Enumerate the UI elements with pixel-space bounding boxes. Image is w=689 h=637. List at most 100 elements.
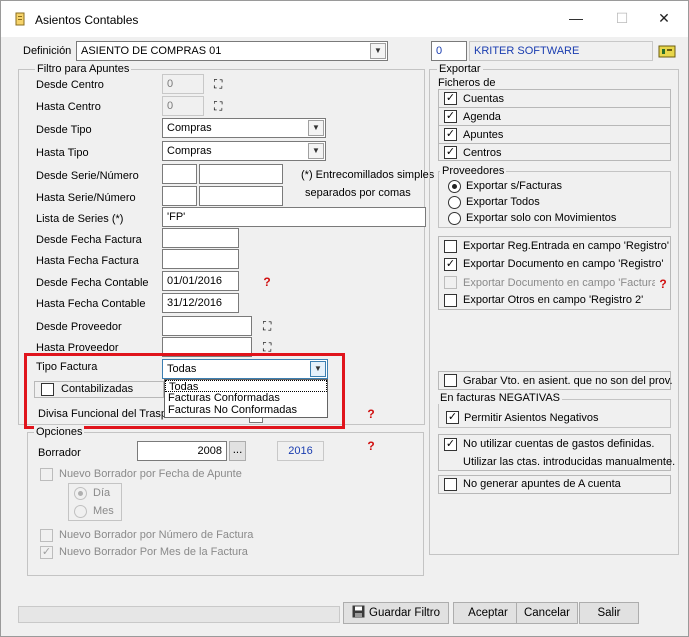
reg-entrada-label: Exportar Reg.Entrada en campo 'Registro': [463, 240, 669, 252]
highlight-box: [24, 353, 345, 429]
desde-fecha-contable-field[interactable]: 01/01/2016: [162, 271, 239, 291]
apuntes-checkbox[interactable]: ✓: [444, 128, 457, 141]
borrador-help-icon[interactable]: ?: [363, 439, 379, 453]
desde-centro-search-icon[interactable]: ⛶: [214, 77, 234, 91]
no-generar-label: No generar apuntes de A cuenta: [463, 478, 621, 490]
hasta-tipo-value: Compras: [167, 145, 212, 157]
proveedores-title: Proveedores: [440, 165, 507, 177]
desde-fecha-factura-field[interactable]: [162, 228, 239, 248]
dia-radio[interactable]: [74, 487, 87, 500]
exportar-movimientos-radio[interactable]: [448, 212, 461, 225]
company-code-value: 0: [436, 45, 443, 57]
filtro-group-title: Filtro para Apuntes: [35, 63, 132, 75]
hasta-centro-search-icon[interactable]: ⛶: [214, 99, 234, 113]
no-generar-checkbox[interactable]: [444, 478, 457, 491]
permitir-negativos-checkbox[interactable]: ✓: [446, 411, 459, 424]
hasta-fecha-factura-field[interactable]: [162, 249, 239, 269]
cuentas-label: Cuentas: [463, 93, 504, 105]
borrador-value: 2008: [197, 445, 222, 457]
exportar-group-title: Exportar: [437, 63, 483, 75]
documento-factura-help-icon[interactable]: ?: [655, 277, 671, 291]
desde-fecha-factura-label: Desde Fecha Factura: [36, 234, 142, 246]
hasta-numero-field[interactable]: [199, 186, 283, 206]
mes-radio[interactable]: [74, 505, 87, 518]
divider: [438, 143, 671, 144]
desde-proveedor-search-icon[interactable]: ⛶: [263, 319, 283, 333]
desde-numero-field[interactable]: [199, 164, 283, 184]
nuevo-mes-factura-checkbox[interactable]: ✓: [40, 546, 53, 559]
exportar-todos-radio[interactable]: [448, 196, 461, 209]
definicion-label: Definición: [23, 45, 72, 57]
exportar-todos-label: Exportar Todos: [466, 196, 540, 208]
documento-checkbox[interactable]: ✓: [444, 258, 457, 271]
reg-entrada-checkbox[interactable]: [444, 240, 457, 253]
desde-proveedor-field[interactable]: [162, 316, 252, 336]
app-icon: [15, 12, 25, 26]
desde-serie-field[interactable]: [162, 164, 197, 184]
close-button[interactable]: ✕: [641, 1, 687, 35]
nuevo-numero-factura-checkbox[interactable]: [40, 529, 53, 542]
documento-factura-checkbox[interactable]: [444, 276, 457, 289]
borrador-lookup-button[interactable]: ...: [229, 441, 246, 461]
nuevo-numero-factura-label: Nuevo Borrador por Número de Factura: [59, 529, 254, 541]
save-icon: [352, 605, 365, 618]
divider: [438, 107, 671, 108]
company-code-field[interactable]: 0: [431, 41, 467, 61]
hasta-fecha-factura-label: Hasta Fecha Factura: [36, 255, 139, 267]
window-title: Asientos Contables: [35, 13, 139, 27]
desde-tipo-select[interactable]: Compras ▼: [162, 118, 326, 138]
nuevo-fecha-apunte-checkbox[interactable]: [40, 468, 53, 481]
definicion-select[interactable]: ASIENTO DE COMPRAS 01 ▼: [76, 41, 388, 61]
apuntes-label: Apuntes: [463, 129, 504, 141]
desde-tipo-value: Compras: [167, 122, 212, 134]
desde-fecha-contable-value: 01/01/2016: [167, 275, 223, 287]
borrador-field[interactable]: 2008: [137, 441, 227, 461]
company-name-field: KRITER SOFTWARE: [469, 41, 653, 61]
hasta-fecha-contable-field[interactable]: 31/12/2016: [162, 293, 239, 313]
lista-series-value: 'FP': [167, 211, 186, 223]
guardar-filtro-label: Guardar Filtro: [369, 607, 440, 619]
divisa-help-icon[interactable]: ?: [363, 407, 379, 421]
aceptar-button[interactable]: Aceptar: [453, 602, 523, 624]
agenda-checkbox[interactable]: ✓: [444, 110, 457, 123]
chevron-down-icon[interactable]: ▼: [370, 43, 386, 59]
lista-series-label: Lista de Series (*): [36, 213, 124, 225]
lista-series-field[interactable]: 'FP': [162, 207, 426, 227]
desde-centro-field[interactable]: 0: [162, 74, 204, 94]
chevron-down-icon[interactable]: ▼: [308, 143, 324, 159]
company-lookup-icon[interactable]: [658, 43, 676, 59]
no-utilizar-checkbox[interactable]: ✓: [444, 438, 457, 451]
guardar-filtro-button[interactable]: Guardar Filtro: [343, 602, 449, 624]
hasta-serie-field[interactable]: [162, 186, 197, 206]
divider: [438, 125, 671, 126]
hasta-proveedor-search-icon[interactable]: ⛶: [263, 340, 283, 354]
desde-centro-label: Desde Centro: [36, 79, 104, 91]
minimize-button[interactable]: —: [553, 1, 599, 35]
chevron-down-icon[interactable]: ▼: [308, 120, 324, 136]
documento-factura-label: Exportar Documento en campo 'Factura: [463, 277, 655, 289]
definicion-value: ASIENTO DE COMPRAS 01: [81, 45, 222, 57]
desde-tipo-label: Desde Tipo: [36, 124, 92, 136]
centros-checkbox[interactable]: ✓: [444, 146, 457, 159]
borrador-year-field: 2016: [277, 441, 324, 461]
asientos-contables-window: Asientos Contables — ☐ ✕ Definición ASIE…: [0, 0, 689, 637]
otros-checkbox[interactable]: [444, 294, 457, 307]
maximize-button[interactable]: ☐: [599, 1, 645, 35]
hasta-tipo-select[interactable]: Compras ▼: [162, 141, 326, 161]
cancelar-button[interactable]: Cancelar: [516, 602, 578, 624]
fecha-help-icon[interactable]: ?: [259, 275, 275, 289]
desde-fecha-contable-label: Desde Fecha Contable: [36, 277, 149, 289]
hasta-serie-label: Hasta Serie/Número: [36, 192, 136, 204]
borrador-year-value: 2016: [288, 445, 313, 457]
hasta-centro-field[interactable]: 0: [162, 96, 204, 116]
grabar-vto-label: Grabar Vto. en asient. que no son del pr…: [463, 375, 673, 387]
grabar-vto-checkbox[interactable]: [444, 374, 457, 387]
opciones-group-title: Opciones: [34, 426, 85, 438]
salir-button[interactable]: Salir: [579, 602, 639, 624]
exportar-facturas-radio[interactable]: [448, 180, 461, 193]
cuentas-checkbox[interactable]: ✓: [444, 92, 457, 105]
hasta-fecha-contable-value: 31/12/2016: [167, 297, 223, 309]
no-utilizar-label-line1: No utilizar cuentas de gastos definidas.: [463, 438, 655, 450]
hasta-fecha-contable-label: Hasta Fecha Contable: [36, 298, 146, 310]
title-bar: Asientos Contables — ☐ ✕: [1, 1, 688, 37]
